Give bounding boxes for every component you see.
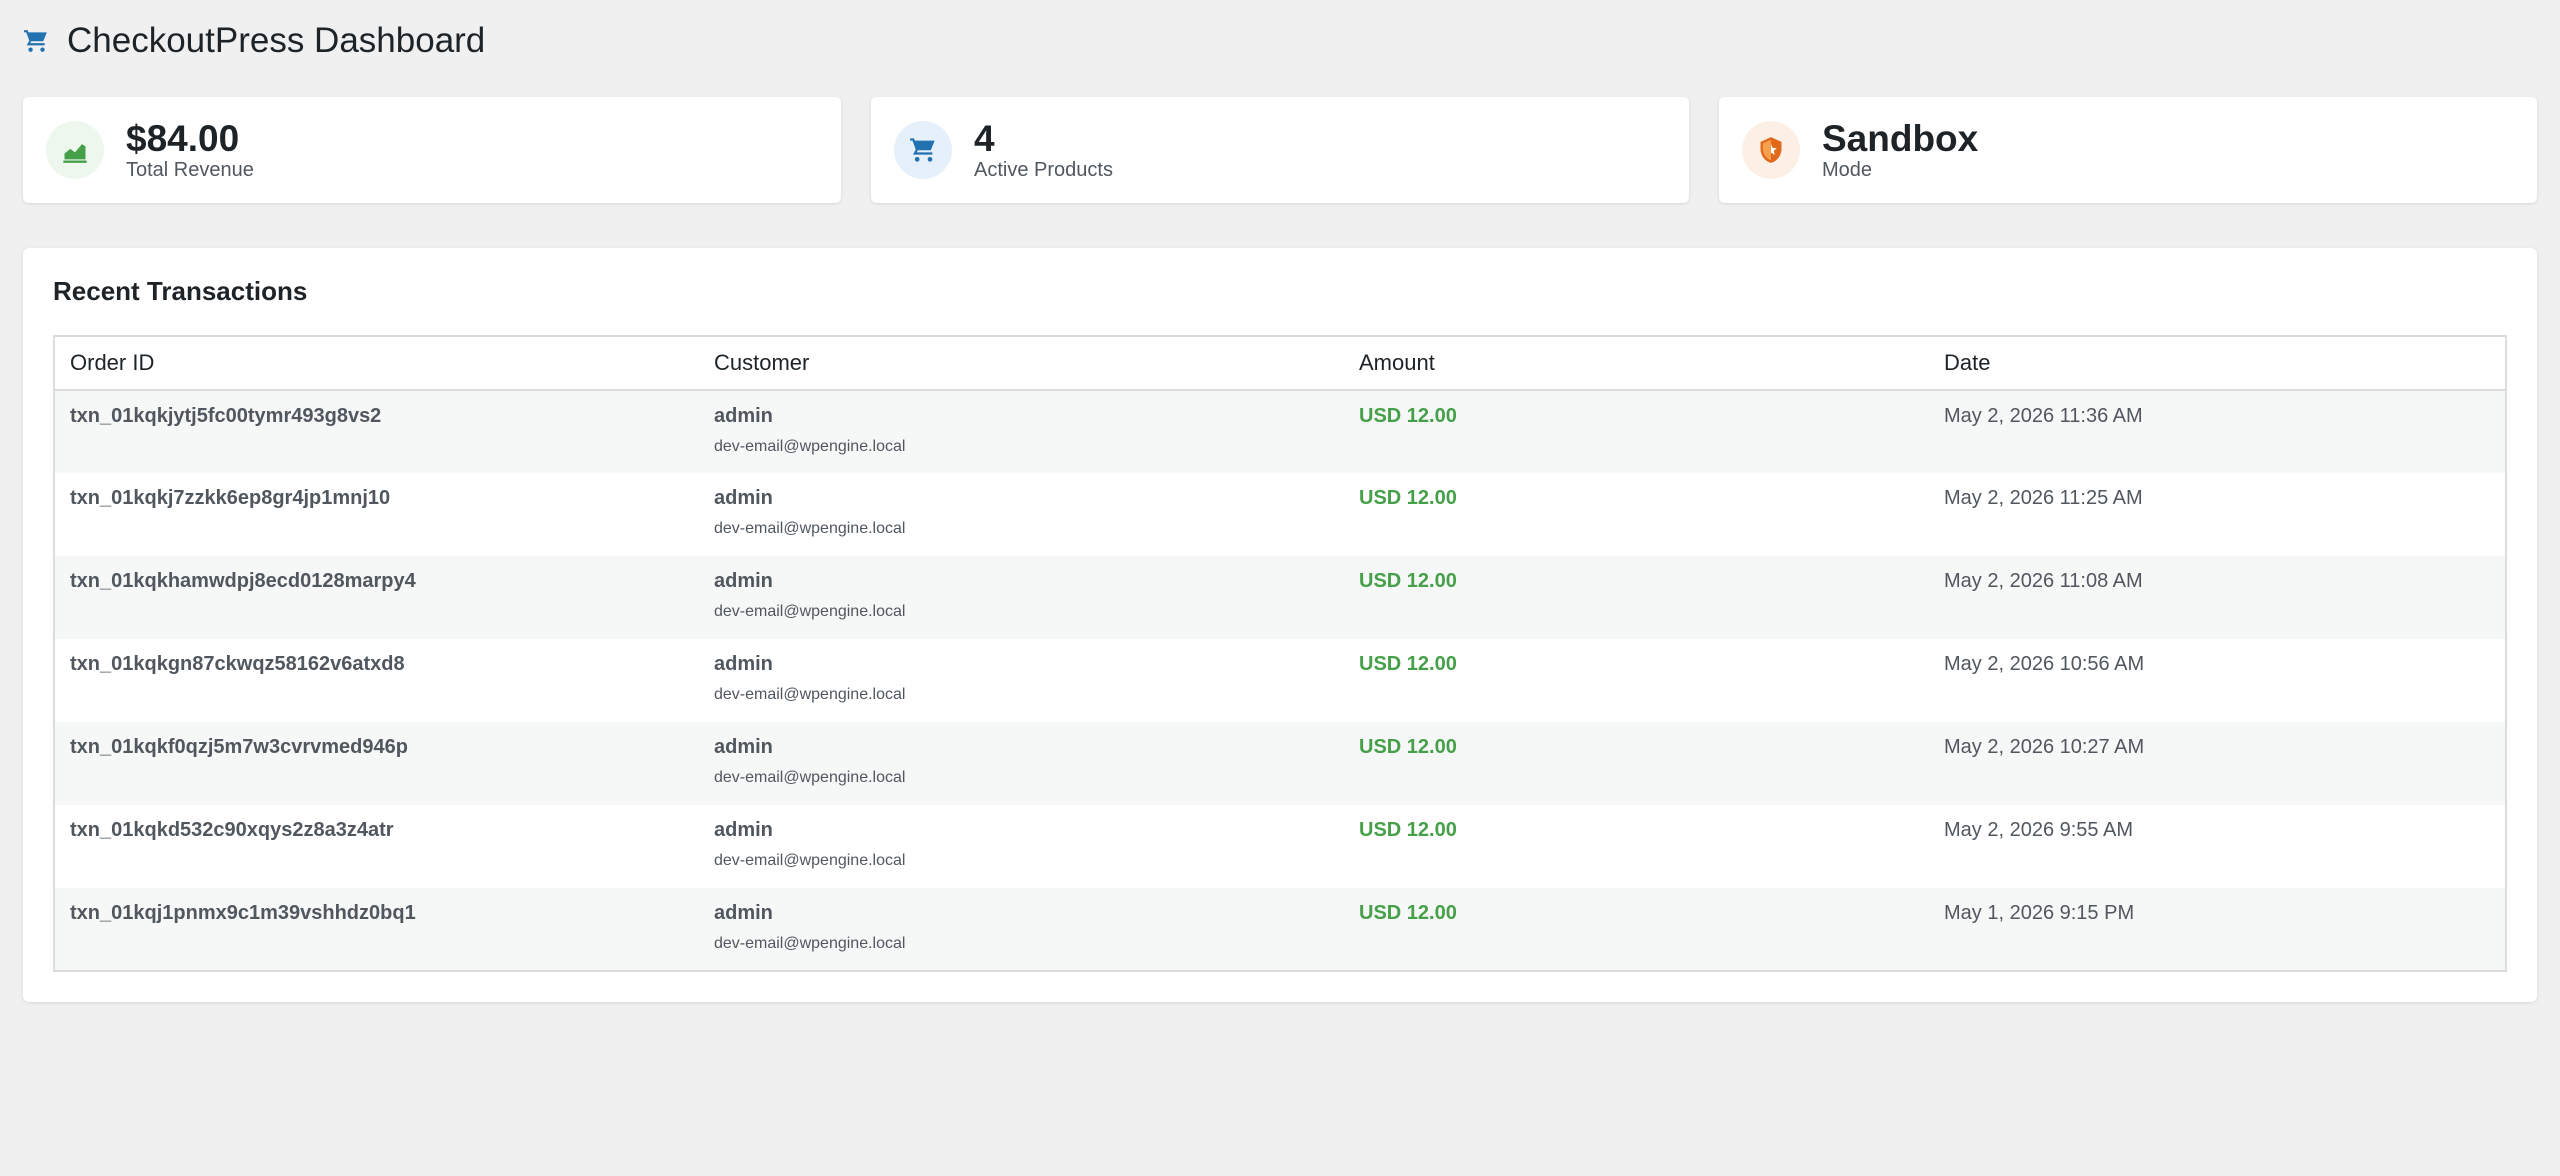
stats-row: $84.00 Total Revenue 4 Active Products S… (23, 97, 2537, 203)
customer-name: admin (714, 405, 773, 427)
cart-icon (23, 26, 53, 56)
date: May 2, 2026 11:25 AM (1944, 487, 2143, 509)
stat-label: Mode (1822, 159, 1873, 181)
dashboard-page: CheckoutPress Dashboard $84.00 Total Rev… (0, 0, 2560, 1176)
order-id-cell: txn_01kqkd532c90xqys2z8a3z4atr (54, 805, 699, 888)
column-header-order-id: Order ID (54, 336, 699, 391)
table-row[interactable]: txn_01kqkgn87ckwqz58162v6atxd8 admin dev-… (54, 639, 2506, 722)
date: May 2, 2026 11:08 AM (1944, 570, 2143, 592)
stat-label: Total Revenue (126, 159, 254, 181)
amount-cell: USD 12.00 (1344, 473, 1929, 556)
amount: USD 12.00 (1359, 653, 1457, 675)
amount-cell: USD 12.00 (1344, 888, 1929, 971)
page-title: CheckoutPress Dashboard (67, 21, 486, 60)
customer-name: admin (714, 570, 773, 592)
chart-icon (46, 121, 104, 179)
order-id: txn_01kqkjytj5fc00tymr493g8vs2 (70, 405, 382, 427)
amount: USD 12.00 (1359, 570, 1457, 592)
amount-cell: USD 12.00 (1344, 390, 1929, 473)
amount: USD 12.00 (1359, 736, 1457, 758)
amount: USD 12.00 (1359, 902, 1457, 924)
order-id: txn_01kqkgn87ckwqz58162v6atxd8 (70, 653, 405, 675)
stat-card-revenue: $84.00 Total Revenue (23, 97, 841, 203)
customer-cell: admin dev-email@wpengine.local (699, 722, 1344, 805)
order-id-cell: txn_01kqkjytj5fc00tymr493g8vs2 (54, 390, 699, 473)
date-cell: May 2, 2026 11:25 AM (1929, 473, 2506, 556)
table-header-row: Order ID Customer Amount Date (54, 336, 2506, 391)
date: May 2, 2026 11:36 AM (1944, 405, 2143, 427)
customer-email: dev-email@wpengine.local (714, 520, 906, 537)
amount: USD 12.00 (1359, 819, 1457, 841)
customer-name: admin (714, 487, 773, 509)
table-row[interactable]: txn_01kqkjytj5fc00tymr493g8vs2 admin dev-… (54, 390, 2506, 473)
date: May 1, 2026 9:15 PM (1944, 902, 2135, 924)
table-row[interactable]: txn_01kqkf0qzj5m7w3cvrvmed946p admin dev-… (54, 722, 2506, 805)
order-id: txn_01kqj1pnmx9c1m39vshhdz0bq1 (70, 902, 416, 924)
order-id-cell: txn_01kqkf0qzj5m7w3cvrvmed946p (54, 722, 699, 805)
column-header-amount: Amount (1344, 336, 1929, 391)
customer-email: dev-email@wpengine.local (714, 603, 906, 620)
date-cell: May 2, 2026 11:36 AM (1929, 390, 2506, 473)
date-cell: May 2, 2026 10:27 AM (1929, 722, 2506, 805)
order-id-cell: txn_01kqkgn87ckwqz58162v6atxd8 (54, 639, 699, 722)
column-header-customer: Customer (699, 336, 1344, 391)
order-id: txn_01kqkf0qzj5m7w3cvrvmed946p (70, 736, 408, 758)
order-id-cell: txn_01kqkhamwdpj8ecd0128marpy4 (54, 556, 699, 639)
date-cell: May 2, 2026 11:08 AM (1929, 556, 2506, 639)
customer-email: dev-email@wpengine.local (714, 686, 906, 703)
customer-cell: admin dev-email@wpengine.local (699, 805, 1344, 888)
stat-value: Sandbox (1822, 118, 1979, 159)
recent-transactions-panel: Recent Transactions Order ID Customer Am… (23, 248, 2537, 1002)
amount-cell: USD 12.00 (1344, 639, 1929, 722)
order-id: txn_01kqkj7zzkk6ep8gr4jp1mnj10 (70, 487, 391, 509)
stat-value: $84.00 (126, 118, 240, 159)
customer-name: admin (714, 736, 773, 758)
order-id-cell: txn_01kqj1pnmx9c1m39vshhdz0bq1 (54, 888, 699, 971)
table-row[interactable]: txn_01kqkd532c90xqys2z8a3z4atr admin dev-… (54, 805, 2506, 888)
customer-email: dev-email@wpengine.local (714, 769, 906, 786)
table-row[interactable]: txn_01kqkj7zzkk6ep8gr4jp1mnj10 admin dev-… (54, 473, 2506, 556)
order-id: txn_01kqkd532c90xqys2z8a3z4atr (70, 819, 394, 841)
stat-card-products: 4 Active Products (871, 97, 1689, 203)
column-header-date: Date (1929, 336, 2506, 391)
stat-card-mode: Sandbox Mode (1719, 97, 2537, 203)
customer-name: admin (714, 819, 773, 841)
cart-icon (894, 121, 952, 179)
amount: USD 12.00 (1359, 487, 1457, 509)
transactions-table: Order ID Customer Amount Date txn_01kqkj… (53, 335, 2507, 972)
customer-cell: admin dev-email@wpengine.local (699, 473, 1344, 556)
panel-title: Recent Transactions (53, 276, 308, 306)
page-header: CheckoutPress Dashboard (23, 0, 2537, 82)
order-id: txn_01kqkhamwdpj8ecd0128marpy4 (70, 570, 416, 592)
customer-email: dev-email@wpengine.local (714, 438, 906, 455)
date-cell: May 2, 2026 9:55 AM (1929, 805, 2506, 888)
amount: USD 12.00 (1359, 405, 1457, 427)
amount-cell: USD 12.00 (1344, 556, 1929, 639)
customer-cell: admin dev-email@wpengine.local (699, 639, 1344, 722)
customer-name: admin (714, 653, 773, 675)
customer-email: dev-email@wpengine.local (714, 935, 906, 952)
customer-cell: admin dev-email@wpengine.local (699, 556, 1344, 639)
date: May 2, 2026 10:27 AM (1944, 736, 2145, 758)
amount-cell: USD 12.00 (1344, 722, 1929, 805)
stat-label: Active Products (974, 159, 1113, 181)
customer-email: dev-email@wpengine.local (714, 852, 906, 869)
date: May 2, 2026 10:56 AM (1944, 653, 2145, 675)
customer-name: admin (714, 902, 773, 924)
date-cell: May 2, 2026 10:56 AM (1929, 639, 2506, 722)
order-id-cell: txn_01kqkj7zzkk6ep8gr4jp1mnj10 (54, 473, 699, 556)
date: May 2, 2026 9:55 AM (1944, 819, 2134, 841)
customer-cell: admin dev-email@wpengine.local (699, 390, 1344, 473)
stat-value: 4 (974, 118, 995, 159)
customer-cell: admin dev-email@wpengine.local (699, 888, 1344, 971)
date-cell: May 1, 2026 9:15 PM (1929, 888, 2506, 971)
shield-icon (1742, 121, 1800, 179)
table-row[interactable]: txn_01kqj1pnmx9c1m39vshhdz0bq1 admin dev-… (54, 888, 2506, 971)
table-row[interactable]: txn_01kqkhamwdpj8ecd0128marpy4 admin dev-… (54, 556, 2506, 639)
amount-cell: USD 12.00 (1344, 805, 1929, 888)
